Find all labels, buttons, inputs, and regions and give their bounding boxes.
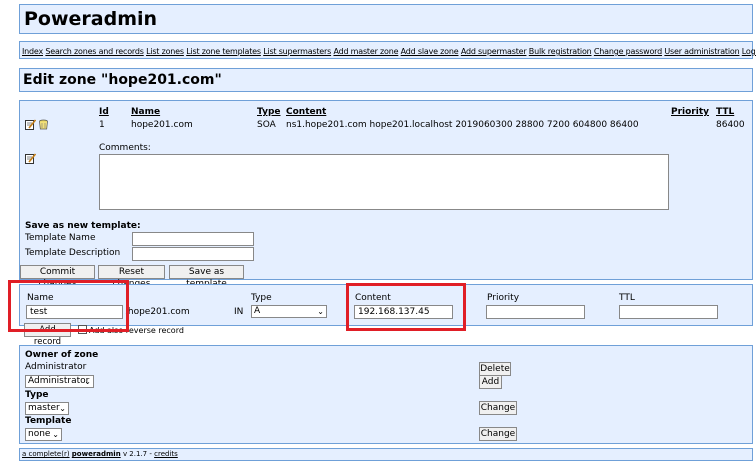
nav-logout[interactable]: Logout (742, 47, 756, 56)
owner-heading: Owner of zone (25, 350, 99, 360)
add-type-label: Type (251, 293, 272, 303)
add-ttl-label: TTL (619, 293, 635, 303)
record-ttl: 86400 (716, 120, 745, 130)
chevron-down-icon: ⌄ (84, 377, 91, 386)
zone-type-change-button[interactable]: Change (479, 401, 517, 415)
app-title: Poweradmin (24, 8, 158, 30)
col-content-header[interactable]: Content (286, 107, 326, 117)
nav-add-slave-zone[interactable]: Add slave zone (401, 47, 459, 56)
zone-template-select-value: none (28, 429, 51, 439)
add-domain-suffix: .hope201.com (125, 307, 190, 317)
footer-prefix-link[interactable]: a complete(r) (22, 450, 70, 458)
comments-label: Comments: (99, 143, 151, 153)
nav-list-zone-templates[interactable]: List zone templates (186, 47, 261, 56)
col-name-header[interactable]: Name (131, 107, 160, 117)
save-template-heading: Save as new template: (25, 221, 141, 231)
col-id-header[interactable]: Id (99, 107, 109, 117)
zone-template-change-button[interactable]: Change (479, 427, 517, 441)
highlight-name-box (8, 280, 129, 332)
nav-user-administration[interactable]: User administration (664, 47, 739, 56)
footer-text: a complete(r) poweradmin v 2.1.7 - credi… (22, 450, 178, 458)
commit-changes-button[interactable]: Commit changes (20, 265, 95, 289)
nav-search-zones[interactable]: Search zones and records (45, 47, 144, 56)
owner-select-value: Administrator (28, 376, 90, 386)
template-name-input[interactable] (132, 232, 254, 246)
zone-type-heading: Type (25, 390, 49, 400)
record-type: SOA (257, 120, 276, 130)
zone-template-select[interactable]: none ⌄ (25, 428, 62, 441)
col-type-header[interactable]: Type (257, 107, 280, 117)
page-title: Edit zone "hope201.com" (23, 72, 222, 88)
template-description-input[interactable] (132, 247, 254, 261)
footer-version: v 2.1.7 (122, 450, 148, 458)
nav-add-master-zone[interactable]: Add master zone (333, 47, 398, 56)
chevron-down-icon: ⌄ (52, 430, 59, 439)
add-priority-label: Priority (487, 293, 520, 303)
highlight-content-box (346, 283, 466, 331)
reset-changes-button[interactable]: Reset changes (98, 265, 165, 289)
chevron-down-icon: ⌄ (317, 307, 324, 316)
zone-type-select[interactable]: master ⌄ (25, 402, 69, 415)
owner-select[interactable]: Administrator ⌄ (25, 375, 94, 388)
nav-change-password[interactable]: Change password (594, 47, 662, 56)
zone-type-select-value: master (28, 403, 60, 413)
add-type-select[interactable]: A ⌄ (251, 305, 327, 318)
edit-record-icon[interactable] (25, 119, 36, 130)
nav-add-supermaster[interactable]: Add supermaster (461, 47, 527, 56)
footer-separator: - (149, 450, 152, 458)
add-type-value: A (254, 306, 261, 316)
col-ttl-header[interactable]: TTL (716, 107, 734, 117)
comments-textarea[interactable] (99, 154, 669, 210)
add-ttl-input[interactable] (619, 305, 718, 319)
footer-credits-link[interactable]: credits (154, 450, 178, 458)
add-class-label: IN (234, 307, 244, 317)
delete-record-icon[interactable] (38, 119, 49, 130)
template-description-label: Template Description (25, 248, 121, 258)
owner-value: Administrator (25, 362, 87, 372)
zone-owner-panel (19, 345, 753, 444)
edit-comment-icon[interactable] (25, 153, 36, 164)
add-owner-button[interactable]: Add (479, 375, 502, 389)
nav-links: Index Search zones and records List zone… (22, 47, 756, 56)
add-priority-input[interactable] (486, 305, 585, 319)
save-as-template-button[interactable]: Save as template (169, 265, 244, 289)
col-priority-header[interactable]: Priority (671, 107, 709, 117)
zone-template-heading: Template (25, 416, 72, 426)
template-name-label: Template Name (25, 233, 96, 243)
chevron-down-icon: ⌄ (59, 404, 66, 413)
record-content: ns1.hope201.com hope201.localhost 201906… (286, 120, 639, 130)
footer-brand-link[interactable]: poweradmin (72, 450, 121, 458)
nav-list-zones[interactable]: List zones (146, 47, 184, 56)
nav-list-supermasters[interactable]: List supermasters (263, 47, 331, 56)
record-name: hope201.com (131, 120, 193, 130)
record-id: 1 (99, 120, 105, 130)
nav-index[interactable]: Index (22, 47, 43, 56)
nav-bulk-registration[interactable]: Bulk registration (529, 47, 592, 56)
delete-owner-button[interactable]: Delete (479, 362, 511, 376)
